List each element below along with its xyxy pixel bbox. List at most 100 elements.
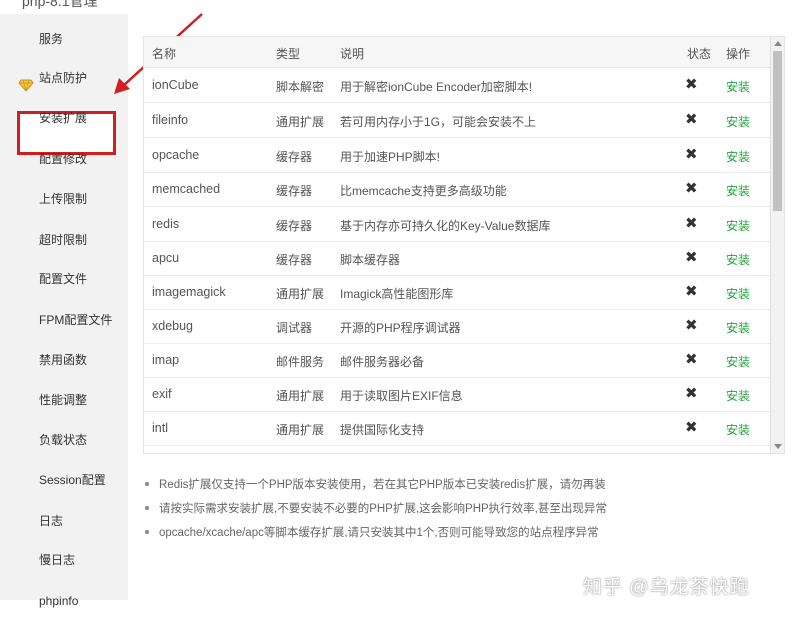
table-row: imagemagick 通用扩展 Imagick高性能图形库 ✖ 安装 bbox=[144, 275, 770, 310]
sidebar-item-disabled-functions[interactable]: 禁用函数 bbox=[0, 341, 128, 379]
sidebar-item-label: 站点防护 bbox=[39, 71, 88, 85]
sidebar-item-site-protection[interactable]: 站点防护 bbox=[0, 59, 128, 97]
sidebar-item-label: 禁用函数 bbox=[39, 353, 88, 367]
install-link[interactable]: 安装 bbox=[726, 387, 750, 404]
install-link[interactable]: 安装 bbox=[726, 353, 750, 370]
ext-name: imagemagick bbox=[152, 285, 226, 299]
install-link[interactable]: 安装 bbox=[726, 319, 750, 336]
sidebar-item-label: 配置文件 bbox=[39, 272, 88, 286]
header-action: 操作 bbox=[726, 47, 751, 61]
ext-desc: 基于内存亦可持久化的Key-Value数据库 bbox=[340, 219, 551, 233]
table-row: ionCube 脚本解密 用于解密ionCube Encoder加密脚本! ✖ … bbox=[144, 68, 770, 103]
ext-type: 缓存器 bbox=[276, 184, 313, 198]
bullet-icon bbox=[145, 530, 149, 534]
sidebar-item-label: 配置修改 bbox=[39, 152, 88, 166]
ext-desc: 开源的PHP程序调试器 bbox=[340, 321, 461, 335]
scroll-down-arrow-icon[interactable] bbox=[774, 444, 782, 449]
install-link[interactable]: 安装 bbox=[726, 148, 750, 165]
status-not-installed-icon: ✖ bbox=[685, 249, 698, 266]
sidebar-item-slow-log[interactable]: 慢日志 bbox=[0, 541, 128, 579]
sidebar-item-label: 日志 bbox=[39, 514, 64, 528]
install-link[interactable]: 安装 bbox=[726, 285, 750, 302]
ext-desc: Imagick高性能图形库 bbox=[340, 287, 454, 301]
ext-desc: 邮件服务器必备 bbox=[340, 355, 425, 369]
sidebar-item-label: 超时限制 bbox=[39, 233, 88, 247]
ext-type: 邮件服务 bbox=[276, 355, 325, 369]
table-row: imap 邮件服务 邮件服务器必备 ✖ 安装 bbox=[144, 343, 770, 378]
ext-type: 缓存器 bbox=[276, 150, 313, 164]
scroll-up-arrow-icon[interactable] bbox=[774, 41, 782, 46]
sidebar-item-fpm-config[interactable]: FPM配置文件 bbox=[0, 301, 128, 339]
ext-desc: 用于读取图片EXIF信息 bbox=[340, 389, 463, 403]
table-row: fileinfo 通用扩展 若可用内存小于1G，可能会安装不上 ✖ 安装 bbox=[144, 103, 770, 138]
ext-type: 通用扩展 bbox=[276, 423, 325, 437]
status-not-installed-icon: ✖ bbox=[685, 385, 698, 402]
sidebar-item-upload-limit[interactable]: 上传限制 bbox=[0, 180, 128, 218]
install-link[interactable]: 安装 bbox=[726, 251, 750, 268]
status-not-installed-icon: ✖ bbox=[685, 180, 698, 197]
ext-type: 通用扩展 bbox=[276, 389, 325, 403]
sidebar-item-label: 慢日志 bbox=[39, 553, 76, 567]
install-link[interactable]: 安装 bbox=[726, 182, 750, 199]
install-link[interactable]: 安装 bbox=[726, 113, 750, 130]
sidebar-item-performance[interactable]: 性能调整 bbox=[0, 381, 128, 419]
watermark: 知乎 @乌龙茶快跑 bbox=[583, 577, 750, 598]
sidebar-item-label: 性能调整 bbox=[39, 393, 88, 407]
table-row: exif 通用扩展 用于读取图片EXIF信息 ✖ 安装 bbox=[144, 377, 770, 412]
ext-type: 通用扩展 bbox=[276, 115, 325, 129]
sidebar-item-config-edit[interactable]: 配置修改 bbox=[0, 140, 128, 178]
bullet-icon bbox=[145, 482, 149, 486]
ext-name: exif bbox=[152, 387, 172, 401]
header-desc: 说明 bbox=[340, 47, 365, 61]
sidebar-item-timeout-limit[interactable]: 超时限制 bbox=[0, 221, 128, 259]
ext-name: opcache bbox=[152, 148, 200, 162]
window-title: php-8.1管理 bbox=[22, 0, 98, 9]
sidebar-item-label: Session配置 bbox=[39, 473, 106, 487]
ext-name: imap bbox=[152, 353, 180, 367]
ext-type: 调试器 bbox=[276, 321, 313, 335]
sidebar-item-label: 服务 bbox=[39, 32, 64, 46]
install-link[interactable]: 安装 bbox=[726, 217, 750, 234]
scroll-thumb[interactable] bbox=[773, 51, 782, 211]
ext-name: fileinfo bbox=[152, 113, 189, 127]
table-row: memcached 缓存器 比memcache支持更多高级功能 ✖ 安装 bbox=[144, 172, 770, 207]
diamond-icon bbox=[18, 70, 34, 92]
window-title-bar: php-8.1管理 bbox=[0, 0, 800, 14]
table-row: xdebug 调试器 开源的PHP程序调试器 ✖ 安装 bbox=[144, 309, 770, 344]
status-not-installed-icon: ✖ bbox=[685, 146, 698, 163]
install-link[interactable]: 安装 bbox=[726, 421, 750, 438]
sidebar-item-label: 负载状态 bbox=[39, 433, 88, 447]
ext-type: 缓存器 bbox=[276, 219, 313, 233]
sidebar-item-log[interactable]: 日志 bbox=[0, 502, 128, 540]
table-row: apcu 缓存器 脚本缓存器 ✖ 安装 bbox=[144, 241, 770, 276]
table-row: intl 通用扩展 提供国际化支持 ✖ 安装 bbox=[144, 411, 770, 446]
status-not-installed-icon: ✖ bbox=[685, 351, 698, 368]
sidebar-item-label: phpinfo bbox=[39, 594, 79, 608]
bullet-icon bbox=[145, 506, 149, 510]
ext-type: 缓存器 bbox=[276, 253, 313, 267]
sidebar-item-label: FPM配置文件 bbox=[39, 313, 113, 327]
table-row: redis 缓存器 基于内存亦可持久化的Key-Value数据库 ✖ 安装 bbox=[144, 207, 770, 242]
status-not-installed-icon: ✖ bbox=[685, 111, 698, 128]
sidebar: 服务 站点防护 安装扩展 配置修改 上传限制 超时限制 配置文件 FPM配置文件… bbox=[0, 14, 128, 608]
sidebar-item-label: 上传限制 bbox=[39, 192, 88, 206]
note-text: opcache/xcache/apc等脚本缓存扩展,请只安装其中1个,否则可能导… bbox=[159, 527, 599, 539]
sidebar-item-session-config[interactable]: Session配置 bbox=[0, 461, 128, 499]
ext-desc: 用于解密ionCube Encoder加密脚本! bbox=[340, 80, 533, 94]
ext-name: redis bbox=[152, 217, 180, 231]
sidebar-item-phpinfo[interactable]: phpinfo bbox=[0, 582, 128, 620]
sidebar-item-load-status[interactable]: 负载状态 bbox=[0, 421, 128, 459]
ext-type: 通用扩展 bbox=[276, 287, 325, 301]
ext-desc: 用于加速PHP脚本! bbox=[340, 150, 441, 164]
table-scrollbar[interactable] bbox=[770, 37, 784, 453]
sidebar-item-install-extensions[interactable]: 安装扩展 bbox=[0, 99, 128, 137]
install-link[interactable]: 安装 bbox=[726, 78, 750, 95]
sidebar-item-service[interactable]: 服务 bbox=[0, 20, 128, 58]
ext-desc: 提供国际化支持 bbox=[340, 423, 425, 437]
status-not-installed-icon: ✖ bbox=[685, 76, 698, 93]
status-not-installed-icon: ✖ bbox=[685, 215, 698, 232]
sidebar-item-config-file[interactable]: 配置文件 bbox=[0, 260, 128, 298]
table-header: 名称 类型 说明 状态 操作 bbox=[144, 37, 770, 68]
status-not-installed-icon: ✖ bbox=[685, 317, 698, 334]
table-row: opcache 缓存器 用于加速PHP脚本! ✖ 安装 bbox=[144, 138, 770, 173]
